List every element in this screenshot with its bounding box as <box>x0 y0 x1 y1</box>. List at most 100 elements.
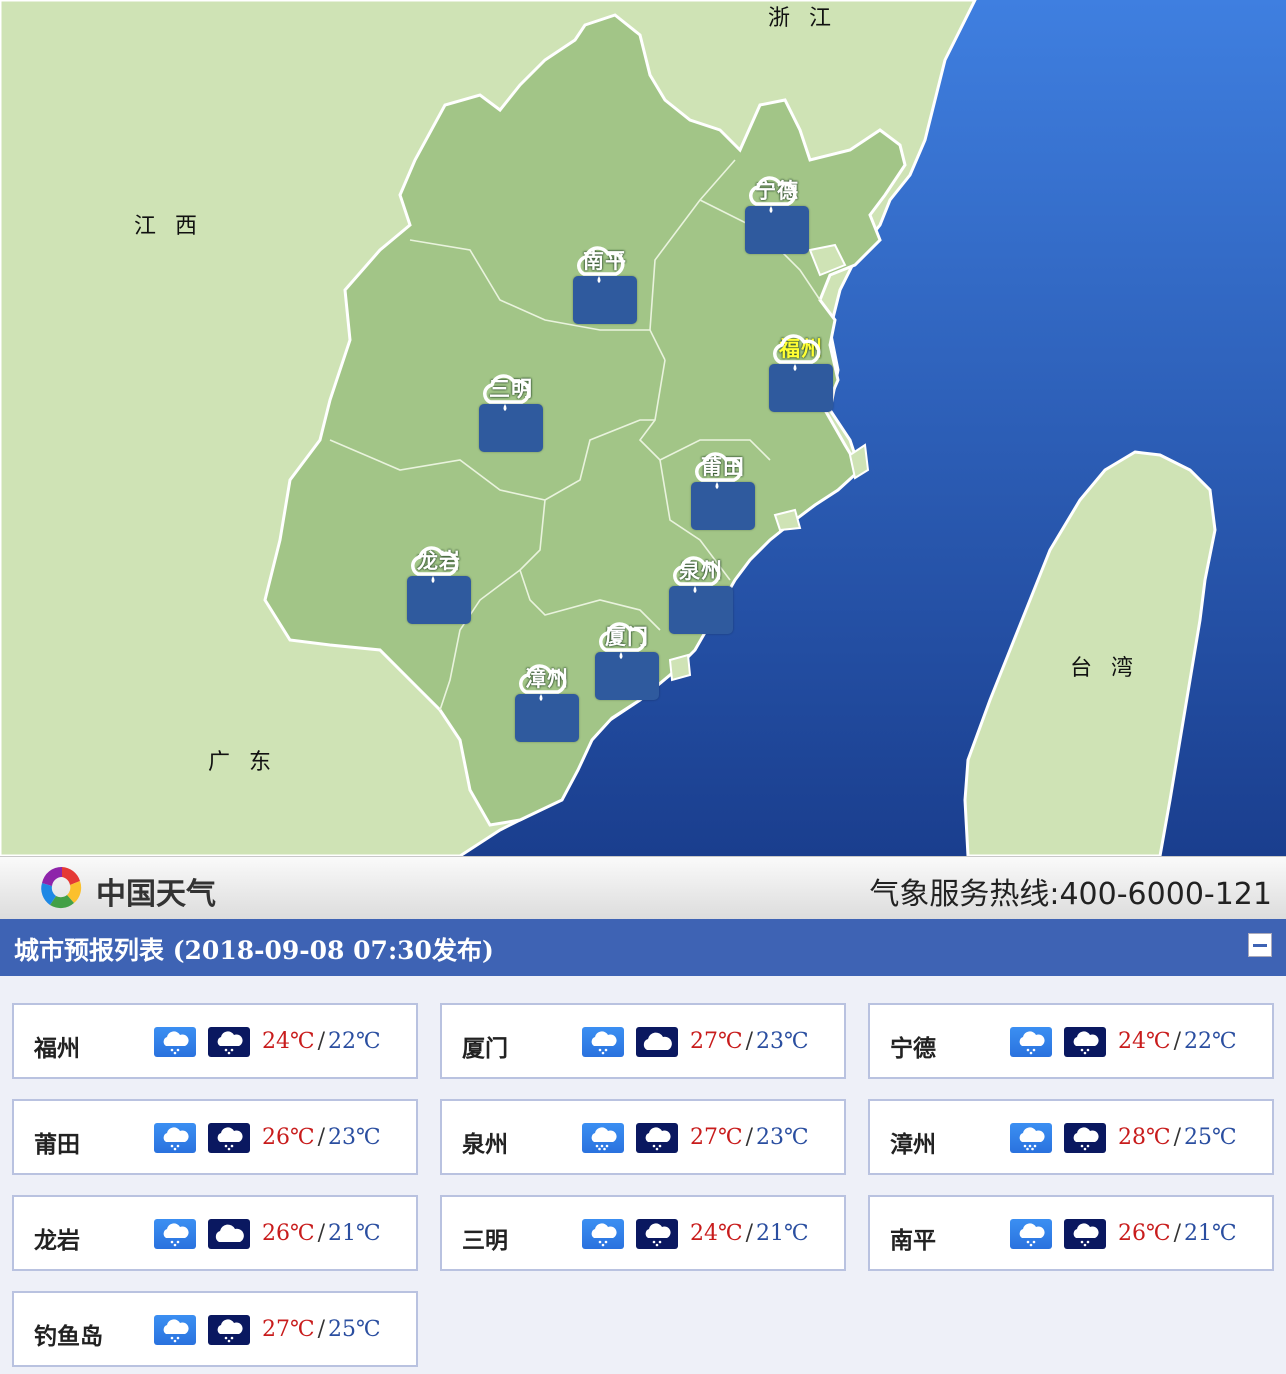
temp-low: 22℃ <box>328 1029 381 1054</box>
temp-high: 27℃ <box>262 1317 315 1342</box>
temp-low: 21℃ <box>328 1221 381 1246</box>
temp-separator: / <box>1173 1221 1182 1246</box>
day-light-rain-icon <box>154 1315 196 1345</box>
night-light-rain-icon <box>1064 1123 1106 1153</box>
forecast-list-title: 城市预报列表 (2018-09-08 07:30发布) <box>14 936 494 965</box>
temp-low: 21℃ <box>756 1221 809 1246</box>
forecast-list-header: 城市预报列表 (2018-09-08 07:30发布) <box>0 919 1286 976</box>
city-name: 漳州 <box>890 1131 936 1158</box>
city-marker[interactable]: 福州 <box>766 334 836 412</box>
temp-high: 26℃ <box>1118 1221 1171 1246</box>
day-moderate-rain-icon <box>1010 1123 1052 1153</box>
collapse-button[interactable] <box>1248 933 1272 957</box>
minus-icon <box>1253 943 1267 947</box>
night-light-rain-icon <box>636 1219 678 1249</box>
city-forecast-card[interactable]: 莆田 26℃/23℃ <box>12 1099 418 1175</box>
temp-high: 27℃ <box>690 1029 743 1054</box>
night-light-rain-icon <box>1064 1219 1106 1249</box>
city-marker[interactable]: 厦门 <box>592 622 662 700</box>
city-forecast-card[interactable]: 钓鱼岛 27℃/25℃ <box>12 1291 418 1367</box>
city-marker[interactable]: 三明 <box>476 374 546 452</box>
temp-separator: / <box>1173 1125 1182 1150</box>
service-hotline: 气象服务热线:400-6000-121 <box>869 877 1272 912</box>
temp-separator: / <box>745 1221 754 1246</box>
weather-map: 浙 江 江 西 广 东 台 湾 宁德 南平 福州 三明 莆田 泉州 龙岩 厦门 漳州 <box>0 0 1286 856</box>
temperature-range: 26℃/21℃ <box>1118 1221 1237 1246</box>
region-label-jiangxi: 江 西 <box>134 214 203 239</box>
temperature-range: 27℃/23℃ <box>690 1029 809 1054</box>
city-forecast-card[interactable]: 泉州 27℃/23℃ <box>440 1099 846 1175</box>
rain-cloud-icon <box>669 556 733 634</box>
temp-separator: / <box>745 1029 754 1054</box>
rain-cloud-icon <box>769 334 833 412</box>
temp-low: 23℃ <box>328 1125 381 1150</box>
temp-low: 21℃ <box>1184 1221 1237 1246</box>
city-forecast-card[interactable]: 三明 24℃/21℃ <box>440 1195 846 1271</box>
temp-high: 24℃ <box>262 1029 315 1054</box>
city-marker[interactable]: 龙岩 <box>404 546 474 624</box>
city-marker[interactable]: 宁德 <box>742 176 812 254</box>
temp-low: 25℃ <box>328 1317 381 1342</box>
city-name: 宁德 <box>890 1035 936 1062</box>
city-forecast-card[interactable]: 漳州 28℃/25℃ <box>868 1099 1274 1175</box>
city-name: 钓鱼岛 <box>34 1323 103 1350</box>
city-marker[interactable]: 莆田 <box>688 452 758 530</box>
temp-low: 22℃ <box>1184 1029 1237 1054</box>
temp-low: 23℃ <box>756 1125 809 1150</box>
region-label-guangdong: 广 东 <box>208 750 277 775</box>
city-marker[interactable]: 南平 <box>570 246 640 324</box>
city-forecast-card[interactable]: 厦门 27℃/23℃ <box>440 1003 846 1079</box>
temp-high: 24℃ <box>690 1221 743 1246</box>
temperature-range: 27℃/23℃ <box>690 1125 809 1150</box>
temperature-range: 24℃/22℃ <box>262 1029 381 1054</box>
temp-separator: / <box>317 1317 326 1342</box>
night-cloudy-icon <box>208 1219 250 1249</box>
day-light-rain-icon <box>154 1027 196 1057</box>
city-marker[interactable]: 漳州 <box>512 664 582 742</box>
city-forecast-card[interactable]: 福州 24℃/22℃ <box>12 1003 418 1079</box>
brand-name: 中国天气 <box>96 877 216 912</box>
city-forecast-card[interactable]: 南平 26℃/21℃ <box>868 1195 1274 1271</box>
temp-separator: / <box>745 1125 754 1150</box>
temp-separator: / <box>317 1221 326 1246</box>
temp-high: 26℃ <box>262 1221 315 1246</box>
temperature-range: 26℃/23℃ <box>262 1125 381 1150</box>
brand-bar: 中国天气 气象服务热线:400-6000-121 <box>0 856 1286 920</box>
rain-cloud-icon <box>515 664 579 742</box>
city-forecast-card[interactable]: 宁德 24℃/22℃ <box>868 1003 1274 1079</box>
day-light-rain-icon <box>154 1123 196 1153</box>
night-cloudy-icon <box>636 1027 678 1057</box>
city-forecast-card[interactable]: 龙岩 26℃/21℃ <box>12 1195 418 1271</box>
temperature-range: 24℃/21℃ <box>690 1221 809 1246</box>
temp-high: 27℃ <box>690 1125 743 1150</box>
city-name: 龙岩 <box>34 1227 80 1254</box>
temp-high: 24℃ <box>1118 1029 1171 1054</box>
day-light-rain-icon <box>154 1219 196 1249</box>
rain-cloud-icon <box>745 176 809 254</box>
temp-high: 26℃ <box>262 1125 315 1150</box>
city-name: 福州 <box>34 1035 80 1062</box>
city-name: 厦门 <box>462 1035 508 1062</box>
day-light-rain-icon <box>582 1219 624 1249</box>
city-name: 莆田 <box>34 1131 80 1158</box>
temp-high: 28℃ <box>1118 1125 1171 1150</box>
temp-low: 23℃ <box>756 1029 809 1054</box>
city-marker[interactable]: 泉州 <box>666 556 736 634</box>
day-light-rain-icon <box>1010 1027 1052 1057</box>
region-label-taiwan: 台 湾 <box>1070 656 1139 681</box>
day-light-rain-icon <box>1010 1219 1052 1249</box>
rain-cloud-icon <box>407 546 471 624</box>
weather-china-logo-icon <box>41 866 82 909</box>
city-name: 南平 <box>890 1227 936 1254</box>
night-light-rain-icon <box>208 1123 250 1153</box>
map-canvas <box>0 0 1286 856</box>
night-light-rain-icon <box>1064 1027 1106 1057</box>
rain-cloud-icon <box>479 374 543 452</box>
rain-cloud-icon <box>691 452 755 530</box>
temp-separator: / <box>317 1125 326 1150</box>
temperature-range: 28℃/25℃ <box>1118 1125 1237 1150</box>
city-name: 三明 <box>462 1227 508 1254</box>
temp-low: 25℃ <box>1184 1125 1237 1150</box>
rain-cloud-icon <box>595 622 659 700</box>
night-light-rain-icon <box>208 1027 250 1057</box>
